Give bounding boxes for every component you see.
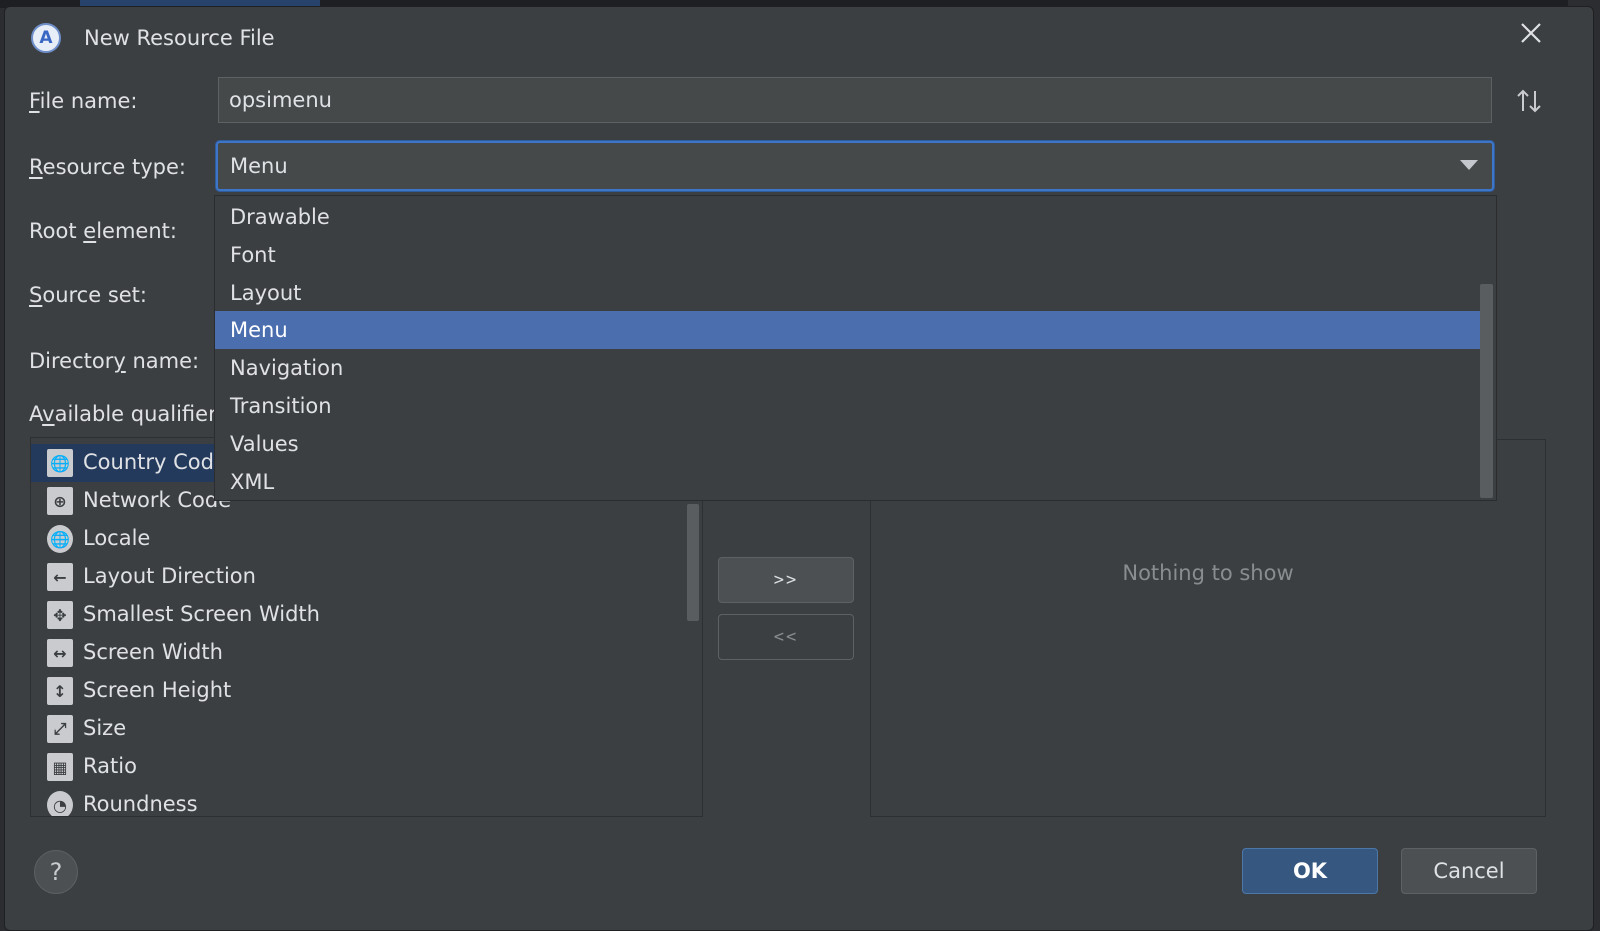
- ok-button[interactable]: OK: [1242, 848, 1378, 894]
- file-name-label: File name:: [29, 89, 138, 113]
- qualifiers-scrollbar[interactable]: [687, 504, 699, 621]
- network-code-icon: ⊕: [47, 487, 73, 515]
- root-element-label: Root element:: [29, 219, 177, 243]
- chevron-down-icon[interactable]: [1460, 160, 1478, 170]
- remove-qualifier-button[interactable]: <<: [718, 614, 854, 660]
- empty-state-text: Nothing to show: [1122, 561, 1294, 585]
- list-item[interactable]: 🌐 Locale: [31, 520, 686, 558]
- option-font[interactable]: Font: [215, 236, 1485, 274]
- resource-type-dropdown[interactable]: Menu: [216, 141, 1494, 191]
- screen-height-icon: ↕: [47, 677, 73, 705]
- list-item[interactable]: ✥ Smallest Screen Width: [31, 596, 686, 634]
- resource-type-value: Menu: [230, 154, 288, 178]
- list-item[interactable]: ↔ Screen Width: [31, 634, 686, 672]
- directory-name-label: Directory name:: [29, 349, 200, 373]
- close-icon[interactable]: [1515, 17, 1547, 49]
- option-menu[interactable]: Menu: [215, 311, 1485, 349]
- list-item[interactable]: ⤢ Size: [31, 710, 686, 748]
- list-item[interactable]: ↕ Screen Height: [31, 672, 686, 710]
- option-transition[interactable]: Transition: [215, 387, 1485, 425]
- option-drawable[interactable]: Drawable: [215, 198, 1485, 236]
- available-qualifiers-label: Available qualifier: [29, 402, 217, 426]
- country-code-icon: 🌐: [47, 449, 73, 477]
- list-item[interactable]: ← Layout Direction: [31, 558, 686, 596]
- layout-direction-icon: ←: [47, 563, 73, 591]
- file-name-input[interactable]: [218, 77, 1492, 123]
- screen-width-icon: ↔: [47, 639, 73, 667]
- list-item[interactable]: ▦ Ratio: [31, 748, 686, 786]
- roundness-icon: ◔: [47, 791, 73, 816]
- option-xml[interactable]: XML: [215, 463, 1485, 501]
- sort-icon[interactable]: [1513, 85, 1545, 117]
- ratio-icon: ▦: [47, 753, 73, 781]
- smallest-screen-width-icon: ✥: [47, 601, 73, 629]
- cancel-button[interactable]: Cancel: [1401, 848, 1537, 894]
- option-navigation[interactable]: Navigation: [215, 349, 1485, 387]
- size-icon: ⤢: [47, 715, 73, 743]
- help-button[interactable]: ?: [34, 850, 78, 894]
- list-item[interactable]: ◔ Roundness: [31, 786, 686, 816]
- locale-icon: 🌐: [47, 525, 73, 553]
- option-layout[interactable]: Layout: [215, 274, 1485, 312]
- resource-type-popup[interactable]: Drawable Font Layout Menu Navigation Tra…: [214, 195, 1497, 501]
- popup-scrollbar[interactable]: [1480, 284, 1493, 498]
- new-resource-file-dialog: A New Resource File File name: Resource …: [4, 6, 1594, 931]
- source-set-label: Source set:: [29, 283, 147, 307]
- resource-type-label: Resource type:: [29, 155, 186, 179]
- option-values[interactable]: Values: [215, 425, 1485, 463]
- dialog-title: New Resource File: [84, 26, 275, 50]
- add-qualifier-button[interactable]: >>: [718, 557, 854, 603]
- android-studio-logo-icon: A: [31, 23, 61, 53]
